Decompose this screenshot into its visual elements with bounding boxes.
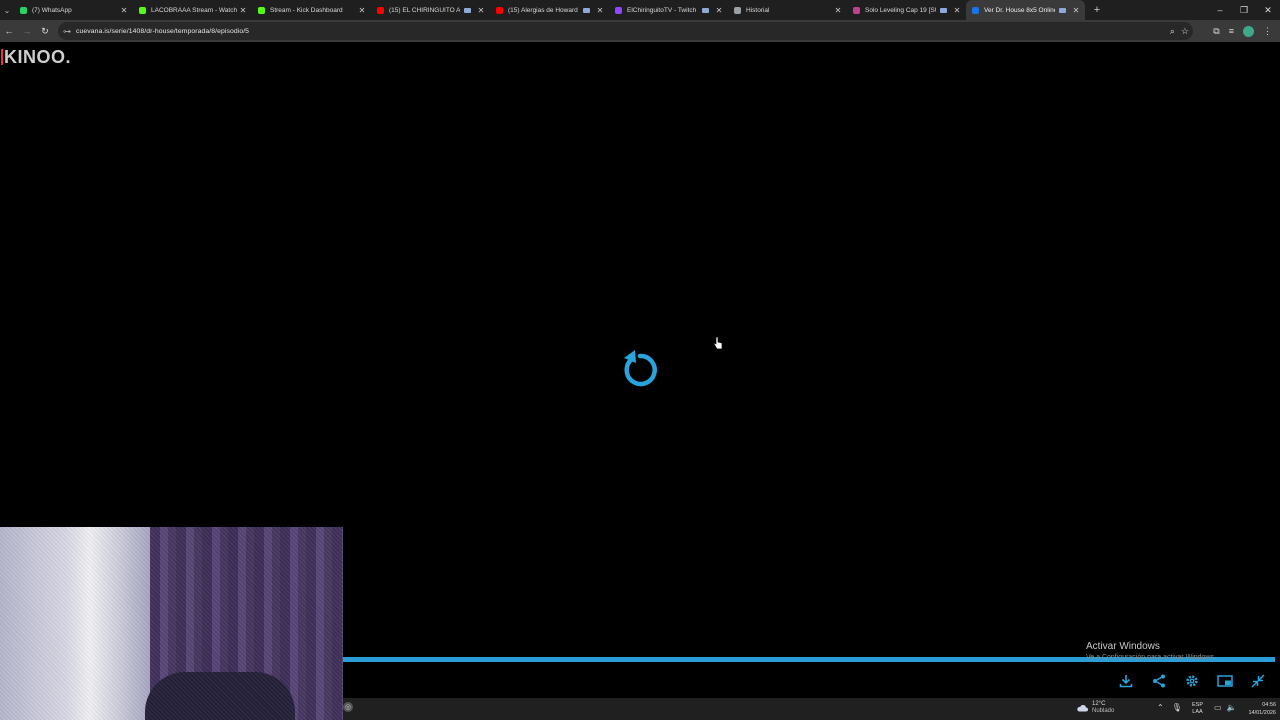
new-tab-button[interactable]: + bbox=[1089, 4, 1105, 16]
tab-media-icon[interactable] bbox=[940, 7, 947, 13]
tab-close-icon[interactable]: ✕ bbox=[715, 6, 723, 15]
tab[interactable]: (7) WhatsApp ✕ bbox=[14, 0, 133, 20]
minimize-icon[interactable]: – bbox=[1208, 0, 1232, 20]
tab-favicon-icon bbox=[853, 6, 860, 14]
microphone-icon[interactable]: 🎙 bbox=[1172, 703, 1182, 712]
tab-close-icon[interactable]: ✕ bbox=[834, 6, 842, 15]
menu-icon[interactable]: ⋮ bbox=[1263, 26, 1272, 37]
tab-close-icon[interactable]: ✕ bbox=[1072, 6, 1080, 15]
tab-media-icon[interactable] bbox=[1059, 7, 1066, 13]
window-controls: – ❐ ✕ bbox=[1208, 0, 1280, 20]
tab-title: Ver Dr. House 8x5 Online G bbox=[984, 6, 1055, 14]
tab-favicon-icon bbox=[377, 6, 384, 14]
reload-button[interactable]: ↻ bbox=[36, 20, 54, 42]
zoom-icon[interactable]: ⌕ bbox=[1170, 26, 1175, 37]
tab-favicon-icon bbox=[615, 6, 622, 14]
windows-taskbar: ◎ 12°C Nublado ⌃ 🎙 ESP LAA ▭ 🔈 04:56 14/… bbox=[343, 698, 1280, 720]
tab-favicon-icon bbox=[258, 6, 265, 14]
tab-title: (7) WhatsApp bbox=[32, 6, 72, 14]
clock[interactable]: 04:56 14/01/2026 bbox=[1248, 701, 1276, 717]
hand-cursor-icon bbox=[713, 336, 723, 350]
tab-close-icon[interactable]: ✕ bbox=[953, 6, 961, 15]
tab-favicon-icon bbox=[20, 6, 27, 14]
tab[interactable]: (15) EL CHIRINGUITO A ✕ bbox=[371, 0, 490, 20]
tab-favicon-icon bbox=[734, 6, 741, 14]
settings-icon[interactable] bbox=[1182, 672, 1202, 689]
pip-icon[interactable] bbox=[1215, 672, 1235, 689]
tab-close-icon[interactable]: ✕ bbox=[120, 6, 128, 15]
media-controls-icon[interactable]: ≡ bbox=[1229, 26, 1234, 36]
tab[interactable]: Solo Leveling Cap 19 [SUB E ✕ bbox=[847, 0, 966, 20]
site-logo[interactable]: KINOO. bbox=[1, 47, 71, 68]
tab-media-icon[interactable] bbox=[583, 7, 590, 13]
close-window-icon[interactable]: ✕ bbox=[1256, 0, 1280, 20]
system-tray: ⌃ 🎙 bbox=[1157, 703, 1182, 712]
loading-spinner-icon bbox=[624, 350, 657, 387]
tab-close-icon[interactable]: ✕ bbox=[358, 6, 366, 15]
tab-close-icon[interactable]: ✕ bbox=[477, 6, 485, 15]
keyboard-layout: LAA bbox=[1192, 709, 1203, 715]
address-bar[interactable]: ⊶ cuevana.is/serie/1408/dr-house/tempora… bbox=[58, 22, 1193, 40]
profile-avatar[interactable] bbox=[1243, 25, 1254, 37]
extensions-icon[interactable]: ⧉ bbox=[1213, 26, 1219, 37]
webcam-grain bbox=[0, 527, 343, 720]
network-icon[interactable]: ▭ bbox=[1214, 703, 1222, 712]
tab-title: Stream - Kick Dashboard bbox=[270, 6, 343, 14]
tab[interactable]: LACOBRAAA Stream - Watch Li ✕ bbox=[133, 0, 252, 20]
tab-title: ElChiringuitoTV - Twitch bbox=[627, 6, 697, 14]
tab[interactable]: ElChiringuitoTV - Twitch ✕ bbox=[609, 0, 728, 20]
site-info-icon[interactable]: ⊶ bbox=[58, 27, 76, 36]
clock-date: 14/01/2026 bbox=[1248, 710, 1276, 716]
pinned-app-icon[interactable]: ◎ bbox=[343, 702, 353, 712]
download-icon[interactable] bbox=[1116, 672, 1136, 689]
weather-description: Nublado bbox=[1092, 708, 1115, 714]
tab-list: (7) WhatsApp ✕ LACOBRAAA Stream - Watch Li… bbox=[14, 0, 1085, 20]
restore-icon[interactable]: ❐ bbox=[1232, 0, 1256, 20]
tab[interactable]: Historial ✕ bbox=[728, 0, 847, 20]
chevron-up-icon[interactable]: ⌃ bbox=[1157, 703, 1164, 712]
tab-media-icon[interactable] bbox=[702, 7, 709, 13]
tab-strip: ⌄ (7) WhatsApp ✕ LACOBRAAA Stream - Watch … bbox=[0, 0, 1280, 20]
weather-temperature: 12°C bbox=[1092, 701, 1106, 707]
tab-favicon-icon bbox=[496, 6, 503, 14]
share-icon[interactable] bbox=[1149, 672, 1169, 689]
tab-title: (15) Alergias de Howard 🤣 bbox=[508, 7, 579, 14]
tab-media-icon[interactable] bbox=[464, 7, 471, 13]
clock-time: 04:56 bbox=[1262, 702, 1276, 708]
tab-title: Solo Leveling Cap 19 [SUB E bbox=[865, 6, 936, 14]
tab-favicon-icon bbox=[139, 6, 146, 14]
tab-favicon-icon bbox=[972, 6, 979, 14]
language-code: ESP bbox=[1192, 702, 1204, 708]
tab-title: Historial bbox=[746, 6, 770, 14]
logo-text: KINOO. bbox=[4, 47, 72, 67]
activation-watermark-title: Activar Windows bbox=[1086, 641, 1160, 652]
url-text: cuevana.is/serie/1408/dr-house/temporada… bbox=[76, 27, 250, 35]
tab[interactable]: Stream - Kick Dashboard ✕ bbox=[252, 0, 371, 20]
tab[interactable]: (15) Alergias de Howard 🤣 ✕ bbox=[490, 0, 609, 20]
webcam-overlay bbox=[0, 527, 343, 720]
tab-close-icon[interactable]: ✕ bbox=[239, 6, 247, 15]
weather-widget[interactable]: 12°C Nublado bbox=[1076, 701, 1114, 715]
tab-title: (15) EL CHIRINGUITO A bbox=[389, 6, 460, 14]
exit-fullscreen-icon[interactable] bbox=[1248, 672, 1268, 689]
bookmark-star-icon[interactable]: ☆ bbox=[1181, 26, 1189, 37]
activation-watermark-subtitle: Ve a Configuración para activar Windows. bbox=[1086, 654, 1216, 661]
language-indicator[interactable]: ESP LAA bbox=[1192, 702, 1203, 716]
tab-title: LACOBRAAA Stream - Watch Li bbox=[151, 6, 239, 14]
system-tray-right: ▭ 🔈 bbox=[1214, 703, 1237, 712]
tab-search-icon[interactable]: ⌄ bbox=[0, 0, 14, 20]
cloud-icon bbox=[1077, 704, 1088, 712]
back-button[interactable]: ← bbox=[0, 20, 18, 42]
volume-icon[interactable]: 🔈 bbox=[1227, 703, 1237, 712]
logo-accent bbox=[1, 49, 3, 65]
browser-toolbar: ← → ↻ ⊶ cuevana.is/serie/1408/dr-house/t… bbox=[0, 20, 1280, 42]
tab-close-icon[interactable]: ✕ bbox=[596, 6, 604, 15]
forward-button[interactable]: → bbox=[18, 20, 36, 42]
player-controls bbox=[1116, 672, 1268, 689]
tab-active[interactable]: Ver Dr. House 8x5 Online G ✕ bbox=[966, 0, 1085, 20]
